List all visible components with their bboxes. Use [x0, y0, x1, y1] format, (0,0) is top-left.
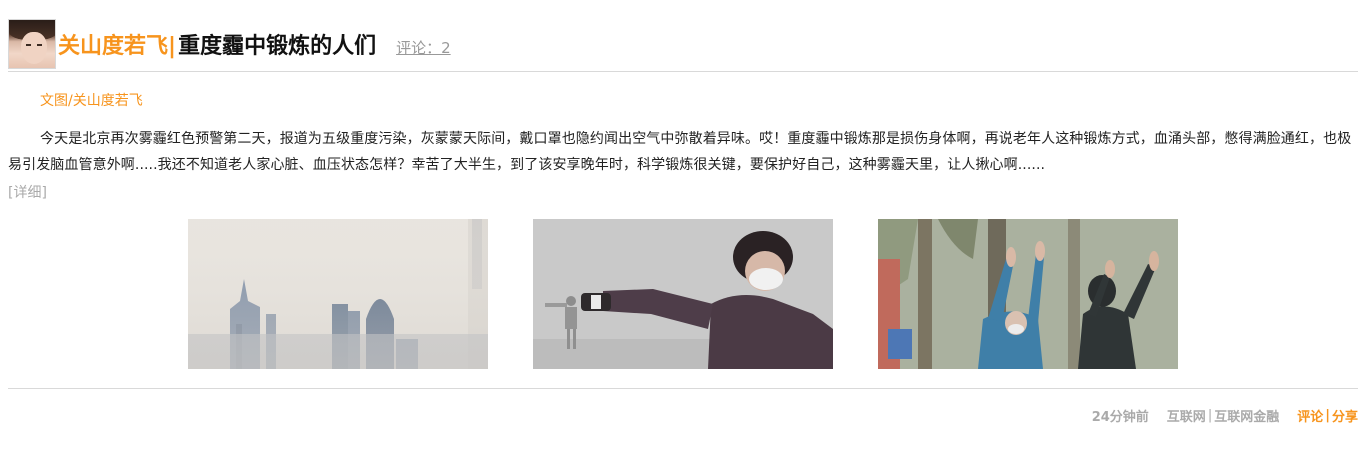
title-separator: |	[168, 34, 177, 59]
post-time: 24分钟前	[1091, 410, 1149, 425]
tag-list: 互联网 | 互联网金融	[1167, 406, 1279, 425]
tag-link[interactable]: 互联网金融	[1214, 406, 1279, 425]
tag-separator: |	[1207, 408, 1213, 423]
author-name-link[interactable]: 关山度若飞	[58, 28, 168, 60]
blog-post: 关山度若飞 | 重度霾中锻炼的人们 评论：2 文图/关山度若飞 今天是北京再次雾…	[0, 0, 1366, 453]
comment-count-link[interactable]: 评论：2	[396, 37, 451, 58]
title-line: 关山度若飞 | 重度霾中锻炼的人们 评论：2	[58, 28, 451, 60]
author-avatar[interactable]	[8, 19, 56, 69]
action-separator: |	[1325, 408, 1330, 423]
detail-link[interactable]: [详细]	[8, 182, 47, 202]
smoggy-city-skyline-photo[interactable]	[188, 219, 488, 369]
byline[interactable]: 文图/关山度若飞	[40, 90, 143, 110]
masked-woman-exercising-photo[interactable]	[533, 219, 833, 369]
comment-action-link[interactable]: 评论	[1297, 406, 1323, 425]
header-divider	[8, 71, 1358, 72]
share-action-link[interactable]: 分享	[1332, 406, 1358, 425]
tag-link[interactable]: 互联网	[1167, 406, 1206, 425]
post-title-link[interactable]: 重度霾中锻炼的人们	[178, 28, 376, 60]
post-footer: 24分钟前 互联网 | 互联网金融 评论 | 分享	[1092, 406, 1358, 425]
footer-divider	[8, 388, 1358, 389]
post-excerpt: 今天是北京再次雾霾红色预警第二天，报道为五级重度污染，灰蒙蒙天际间，戴口罩也隐约…	[8, 131, 1352, 173]
elderly-women-raising-arms-photo[interactable]	[878, 219, 1178, 369]
post-header: 关山度若飞 | 重度霾中锻炼的人们 评论：2	[8, 19, 451, 69]
